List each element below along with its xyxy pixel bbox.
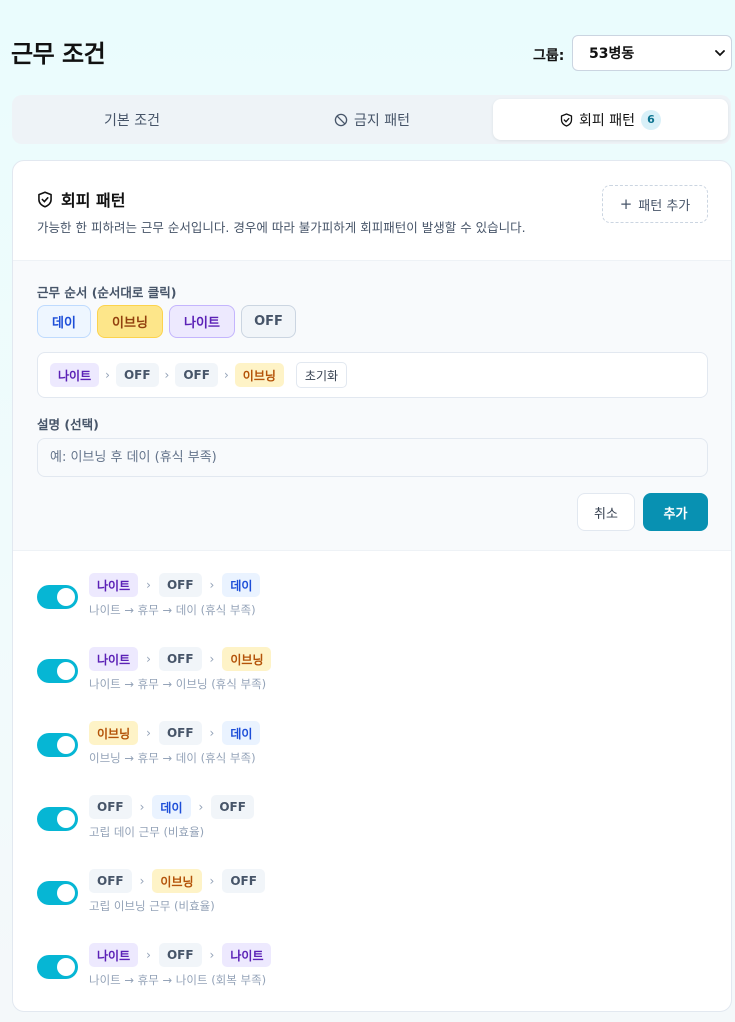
plus-icon: + <box>619 195 633 213</box>
card-title-text: 회피 패턴 <box>61 191 126 210</box>
pattern-toggle[interactable] <box>37 807 78 831</box>
chevron-right-icon: › <box>146 948 151 962</box>
group-select[interactable]: 53병동 <box>572 35 732 71</box>
chevron-right-icon: › <box>209 652 215 666</box>
list-item: 나이트 › OFF › 나이트 나이트 → 휴무 → 나이트 (회복 부족) <box>13 941 731 1011</box>
pattern-description: 나이트 → 휴무 → 이브닝 (휴식 부족) <box>89 677 267 691</box>
pattern-toggle[interactable] <box>37 881 78 905</box>
add-pattern-label: 패턴 추가 <box>638 198 691 214</box>
sequence-chip: OFF <box>158 573 202 597</box>
sequence-chip: OFF <box>158 721 202 745</box>
sequence-chip: OFF <box>222 869 265 893</box>
sequence-chip: OFF <box>115 363 159 387</box>
tab-avoid-patterns[interactable]: 회피 패턴 6 <box>493 99 728 140</box>
chevron-right-icon: › <box>164 368 170 382</box>
pattern-sequence: OFF › 이브닝 › OFF <box>89 869 265 893</box>
tab-label: 금지 패턴 <box>354 112 410 129</box>
pattern-description: 이브닝 → 휴무 → 데이 (휴식 부족) <box>89 751 256 765</box>
sequence-chip: 나이트 <box>222 943 272 967</box>
pattern-form: 근무 순서 (순서대로 클릭) 데이 이브닝 나이트 OFF 나이트 › OFF… <box>13 260 731 551</box>
pattern-description: 고립 데이 근무 (비효율) <box>89 825 205 839</box>
tab-forbidden-patterns[interactable]: 금지 패턴 <box>252 99 492 140</box>
chevron-right-icon: › <box>209 726 215 740</box>
pattern-description: 나이트 → 휴무 → 나이트 (회복 부족) <box>89 973 267 987</box>
sequence-chip: 데이 <box>152 795 191 819</box>
chevron-right-icon: › <box>105 368 110 382</box>
shield-icon <box>38 190 52 208</box>
chevron-right-icon: › <box>139 874 145 888</box>
sequence-chip: 나이트 <box>89 647 139 671</box>
sequence-chip: 이브닝 <box>222 647 272 671</box>
pattern-toggle[interactable] <box>37 955 78 979</box>
pattern-description: 나이트 → 휴무 → 데이 (휴식 부족) <box>89 603 256 617</box>
description-label: 설명 (선택) <box>37 417 99 432</box>
list-item: 이브닝 › OFF › 데이 이브닝 → 휴무 → 데이 (휴식 부족) <box>13 719 731 793</box>
chevron-right-icon: › <box>209 948 215 962</box>
sequence-preview: 나이트 › OFF › OFF › 이브닝 초기화 <box>37 352 708 398</box>
description-input[interactable] <box>37 438 708 477</box>
ban-icon <box>334 113 348 126</box>
sequence-chip: 나이트 <box>89 943 139 967</box>
shield-icon <box>560 112 573 127</box>
count-badge: 6 <box>640 109 661 130</box>
chevron-right-icon: › <box>198 800 204 814</box>
list-item: 나이트 › OFF › 데이 나이트 → 휴무 → 데이 (휴식 부족) <box>13 571 731 645</box>
sequence-chip: 나이트 <box>50 363 100 387</box>
sequence-chip: 데이 <box>222 721 261 745</box>
avoid-patterns-card: 회피 패턴 가능한 한 피하려는 근무 순서입니다. 경우에 따라 불가피하게 … <box>12 160 732 1012</box>
sequence-chip: 이브닝 <box>152 869 202 893</box>
list-item: 나이트 › OFF › 이브닝 나이트 → 휴무 → 이브닝 (휴식 부족) <box>13 645 731 719</box>
group-select-value: 53병동 <box>589 46 635 62</box>
tab-label: 기본 조건 <box>104 112 160 129</box>
chevron-right-icon: › <box>209 578 215 592</box>
card-description: 가능한 한 피하려는 근무 순서입니다. 경우에 따라 불가피하게 회피패턴이 … <box>37 220 526 235</box>
sequence-chip: 데이 <box>222 573 261 597</box>
sequence-chip: OFF <box>211 795 254 819</box>
sequence-chip: OFF <box>158 943 202 967</box>
sequence-label: 근무 순서 (순서대로 클릭) <box>37 285 177 300</box>
sequence-chip: OFF <box>89 869 132 893</box>
chevron-right-icon: › <box>209 874 215 888</box>
shift-button-evening[interactable]: 이브닝 <box>97 305 163 338</box>
pattern-toggle[interactable] <box>37 585 78 609</box>
list-item: OFF › 데이 › OFF 고립 데이 근무 (비효율) <box>13 793 731 867</box>
sequence-chip: OFF <box>158 647 202 671</box>
pattern-sequence: OFF › 데이 › OFF <box>89 795 254 819</box>
tab-bar: 기본 조건 금지 패턴 회피 패턴 6 <box>12 95 731 144</box>
shift-button-off[interactable]: OFF <box>241 305 296 338</box>
pattern-sequence: 나이트 › OFF › 이브닝 <box>89 647 272 671</box>
chevron-right-icon: › <box>146 726 151 740</box>
tab-label: 회피 패턴 <box>579 112 635 129</box>
pattern-toggle[interactable] <box>37 659 78 683</box>
pattern-toggle[interactable] <box>37 733 78 757</box>
sequence-chip: OFF <box>89 795 132 819</box>
shift-button-day[interactable]: 데이 <box>37 305 91 338</box>
card-title: 회피 패턴 <box>37 187 125 211</box>
chevron-right-icon: › <box>146 652 151 666</box>
reset-button[interactable]: 초기화 <box>295 362 348 388</box>
sequence-chip: OFF <box>175 363 218 387</box>
chevron-right-icon: › <box>223 368 229 382</box>
tab-basic-conditions[interactable]: 기본 조건 <box>12 99 252 140</box>
page-title: 근무 조건 <box>11 40 106 68</box>
pattern-sequence: 이브닝 › OFF › 데이 <box>89 721 261 745</box>
add-pattern-button[interactable]: + 패턴 추가 <box>602 185 708 223</box>
sequence-chip: 이브닝 <box>234 363 284 387</box>
cancel-button[interactable]: 취소 <box>577 493 635 531</box>
pattern-sequence: 나이트 › OFF › 나이트 <box>89 943 272 967</box>
shift-button-night[interactable]: 나이트 <box>169 305 235 338</box>
list-item: OFF › 이브닝 › OFF 고립 이브닝 근무 (비효율) <box>13 867 731 941</box>
page-header: 근무 조건 그룹: 53병동 <box>0 0 735 95</box>
sequence-chip: 나이트 <box>89 573 139 597</box>
sequence-chip: 이브닝 <box>89 721 139 745</box>
chevron-down-icon <box>715 50 725 57</box>
group-label: 그룹: <box>533 48 565 64</box>
pattern-sequence: 나이트 › OFF › 데이 <box>89 573 261 597</box>
submit-add-button[interactable]: 추가 <box>643 493 708 531</box>
pattern-description: 고립 이브닝 근무 (비효율) <box>89 899 215 913</box>
chevron-right-icon: › <box>146 578 151 592</box>
chevron-right-icon: › <box>139 800 145 814</box>
